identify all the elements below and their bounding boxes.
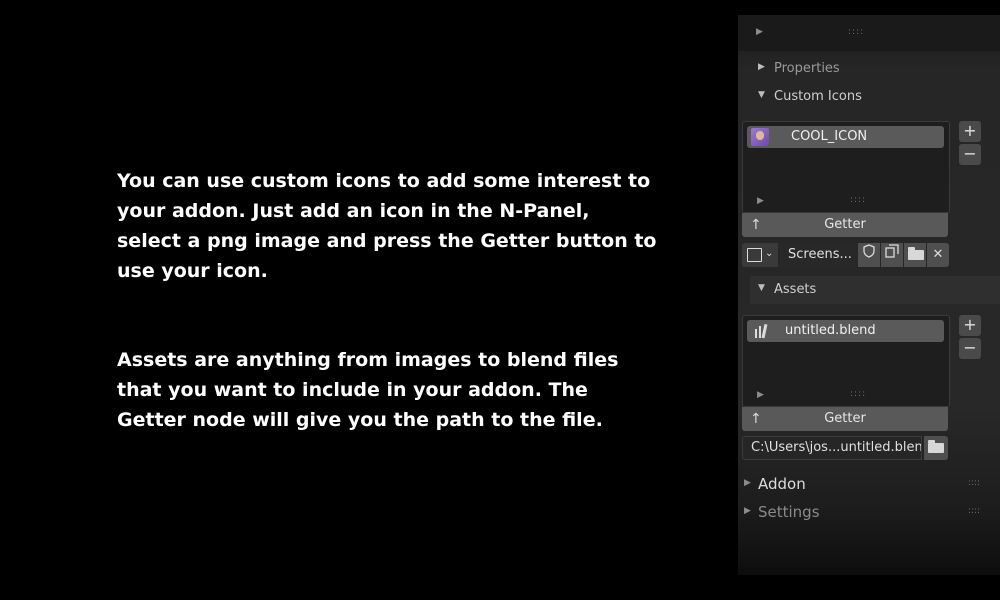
assets-section-header[interactable]: ▼ Assets [750,276,1000,304]
asset-path-row: C:\Users\jos...untitled.blend [742,436,948,460]
assets-getter-button[interactable]: ↑ Getter [742,407,948,431]
expanded-triangle-icon: ▼ [758,283,765,293]
settings-section-header[interactable]: ▶ Settings :::: [738,498,1000,526]
asset-path-field[interactable]: C:\Users\jos...untitled.blend [742,436,922,460]
n-panel: ▶ :::: ▶ Properties ▼ Custom Icons COOL_… [738,15,1000,575]
disclosure-triangle-icon: ▶ [758,62,765,72]
remove-asset-button[interactable]: − [959,338,981,359]
disclosure-triangle-icon: ▶ [744,506,751,516]
shield-icon[interactable] [858,243,880,267]
expanded-triangle-icon: ▼ [758,90,765,100]
disclosure-triangle-icon: ▶ [744,478,751,488]
disclosure-triangle-icon[interactable]: ▶ [757,196,764,206]
disclosure-triangle-icon[interactable]: ▶ [757,390,764,400]
chevron-down-icon: ⌄ [765,248,774,259]
folder-icon[interactable] [904,243,926,267]
assets-list[interactable]: untitled.blend ▶ :::: [742,315,950,407]
custom-icons-description: You can use custom icons to add some int… [117,170,657,282]
duplicate-icon[interactable] [881,243,903,267]
grip-icon[interactable]: :::: [968,506,980,516]
disclosure-triangle-icon[interactable]: ▶ [756,27,763,37]
image-selector-row: ⌄ Screens... ✕ [742,243,949,267]
custom-icons-section-header[interactable]: ▼ Custom Icons [750,83,1000,111]
custom-icons-list[interactable]: COOL_ICON ▶ :::: [742,121,950,213]
blend-file-icon [753,323,769,343]
remove-icon-button[interactable]: − [959,144,981,165]
custom-icons-getter-button[interactable]: ↑ Getter [742,213,948,237]
folder-icon[interactable] [924,436,948,460]
image-name-field[interactable]: Screens... [780,243,856,267]
icon-thumbnail [751,128,769,146]
properties-section-header[interactable]: ▶ Properties [750,55,1000,83]
addon-section-header[interactable]: ▶ Addon :::: [738,470,1000,498]
panel-top-strip: ▶ :::: [738,15,1000,51]
list-item[interactable]: untitled.blend [747,320,944,342]
arrow-up-icon: ↑ [750,217,762,233]
arrow-up-icon: ↑ [750,411,762,427]
add-icon-button[interactable]: + [959,121,981,142]
list-resize-grip-icon[interactable]: :::: [850,389,866,399]
list-item[interactable]: COOL_ICON [747,126,944,148]
grip-icon[interactable]: :::: [968,478,980,488]
list-resize-grip-icon[interactable]: :::: [850,195,866,205]
image-icon [747,248,762,262]
add-asset-button[interactable]: + [959,315,981,336]
assets-description: Assets are anything from images to blend… [117,349,619,431]
grip-icon[interactable]: :::: [848,27,864,37]
close-icon[interactable]: ✕ [927,243,949,267]
image-browse-button[interactable]: ⌄ [742,243,778,267]
